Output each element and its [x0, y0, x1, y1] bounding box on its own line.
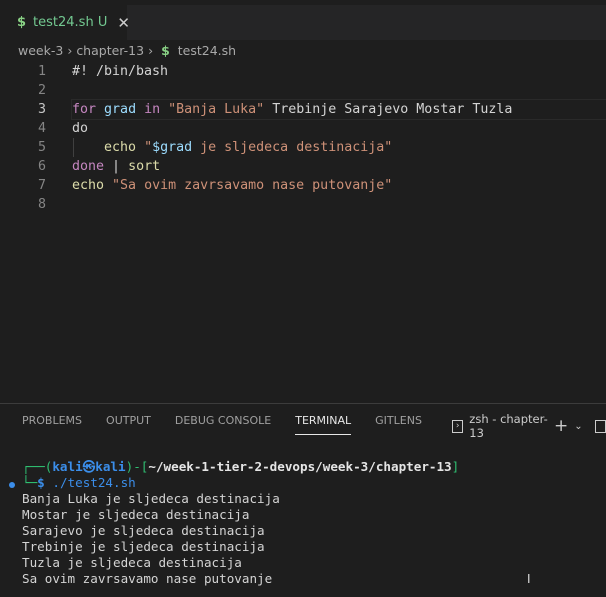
- tab-label: test24.sh: [33, 15, 94, 30]
- tab-output[interactable]: OUTPUT: [106, 414, 151, 435]
- output-line: Tuzla je sljedeca destinacija: [22, 555, 242, 570]
- breadcrumb: week-3 › chapter-13 › $ test24.sh: [18, 43, 236, 58]
- breadcrumb-file[interactable]: test24.sh: [178, 43, 236, 58]
- line-number: 8: [37, 197, 46, 212]
- code-line: for grad in "Banja Luka" Trebinje Saraje…: [71, 99, 606, 120]
- editor-tab-bar: $ test24.sh U ✕: [0, 5, 606, 40]
- line-number: 3: [37, 102, 46, 117]
- line-number: 7: [37, 178, 46, 193]
- code-line: done | sort: [72, 159, 161, 174]
- code-line: echo "Sa ovim zavrsavamo nase putovanje": [72, 178, 393, 193]
- prompt-path: ~/week-1-tier-2-devops/week-3/chapter-13: [148, 459, 452, 474]
- prompt-user: kali㉿kali: [52, 459, 126, 474]
- close-icon[interactable]: ✕: [117, 14, 130, 32]
- output-line: Sarajevo je sljedeca destinacija: [22, 523, 265, 538]
- tab-test24-sh[interactable]: $ test24.sh U ✕: [0, 5, 130, 40]
- line-number: 6: [37, 159, 46, 174]
- new-terminal-plus-icon[interactable]: +: [554, 416, 568, 436]
- breadcrumb-week-3[interactable]: week-3: [18, 43, 63, 58]
- line-number: 4: [37, 121, 46, 136]
- chevron-down-icon[interactable]: ⌄: [574, 421, 582, 432]
- output-line: Mostar je sljedeca destinacija: [22, 507, 250, 522]
- line-number: 2: [37, 83, 46, 98]
- shell-file-icon: $: [161, 43, 170, 58]
- shell-file-icon: $: [17, 15, 27, 30]
- command-success-dot: [9, 482, 15, 488]
- chevron-right-icon: ›: [148, 43, 154, 58]
- code-line: do: [72, 121, 89, 136]
- split-terminal-icon[interactable]: [594, 419, 606, 433]
- tab-problems[interactable]: PROBLEMS: [22, 414, 82, 435]
- output-line: Trebinje je sljedeca destinacija: [22, 539, 265, 554]
- indent-guide: [73, 138, 74, 157]
- untracked-badge: U: [97, 15, 108, 30]
- terminal-output[interactable]: ┌──(kali㉿kali)-[~/week-1-tier-2-devops/w…: [22, 459, 459, 587]
- bottom-panel: PROBLEMS OUTPUT DEBUG CONSOLE TERMINAL G…: [0, 403, 606, 597]
- tab-gitlens[interactable]: GITLENS: [375, 414, 422, 435]
- output-line: Sa ovim zavrsavamo nase putovanje: [22, 571, 273, 586]
- terminal-icon: ›: [452, 419, 464, 433]
- tab-debug-console[interactable]: DEBUG CONSOLE: [175, 414, 271, 435]
- tab-terminal[interactable]: TERMINAL: [295, 414, 352, 435]
- text-cursor-icon: Ⅰ: [527, 572, 531, 586]
- command: ./test24.sh: [52, 475, 136, 490]
- code-line: #! /bin/bash: [72, 64, 169, 79]
- line-number: 5: [37, 140, 46, 155]
- chevron-right-icon: ›: [67, 43, 73, 58]
- output-line: Banja Luka je sljedeca destinacija: [22, 491, 280, 506]
- terminal-selector[interactable]: zsh - chapter-13: [469, 412, 548, 440]
- line-number: 1: [37, 64, 46, 79]
- code-line: echo "$grad je sljedeca destinacija": [104, 140, 393, 155]
- breadcrumb-chapter-13[interactable]: chapter-13: [76, 43, 144, 58]
